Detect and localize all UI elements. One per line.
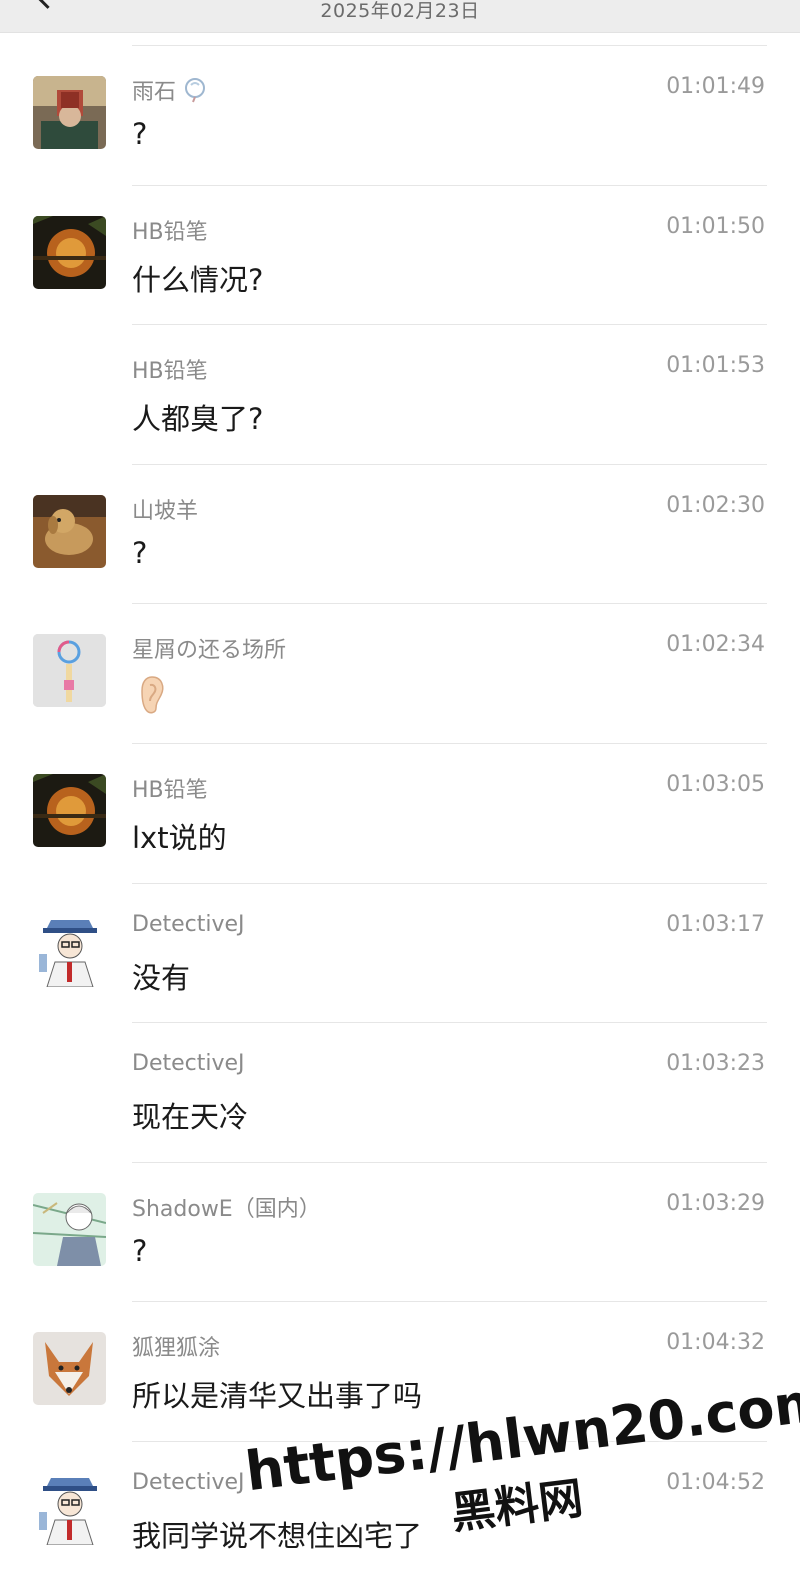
message-time: 01:03:23 [666, 1051, 765, 1077]
divider [132, 1022, 767, 1024]
message-text[interactable]: 什么情况? [132, 257, 263, 299]
sender-name: DetectiveJ [132, 1051, 245, 1077]
sender-name: 雨石 [132, 74, 208, 109]
message-item: 狐狸狐涂 01:04:32 所以是清华又出事了吗 [0, 1301, 800, 1441]
sender-name: HB铅笔 [132, 359, 208, 385]
sender-name: DetectiveJ [132, 1469, 245, 1495]
message-item: HB铅笔 01:01:50 什么情况? [0, 184, 800, 325]
message-item: 雨石 01:01:49 ? [0, 45, 800, 185]
message-item: DetectiveJ 01:03:17 没有 [0, 882, 800, 1023]
message-time: 01:02:34 [666, 632, 765, 658]
avatar[interactable] [33, 76, 106, 149]
message-text[interactable]: ? [132, 1234, 147, 1268]
message-time: 01:03:05 [666, 771, 765, 797]
chat-date: 2025年02月23日 [320, 0, 480, 22]
message-text[interactable]: ? [132, 536, 147, 570]
avatar[interactable] [33, 913, 106, 987]
divider [132, 324, 767, 326]
avatar[interactable] [33, 634, 106, 708]
sender-name: DetectiveJ [132, 911, 245, 937]
message-item: HB铅笔 01:01:53 人都臭了? [0, 324, 800, 464]
message-text[interactable]: lxt说的 [132, 815, 227, 857]
message-item: DetectiveJ 01:03:23 现在天冷 [0, 1022, 800, 1162]
avatar[interactable] [33, 1332, 106, 1406]
divider [132, 882, 767, 884]
message-time: 01:01:49 [666, 74, 765, 99]
message-time: 01:04:32 [666, 1330, 765, 1356]
avatar[interactable] [33, 1471, 106, 1545]
divider [132, 1301, 767, 1303]
message-text[interactable]: 所以是清华又出事了吗 [132, 1373, 422, 1415]
message-list: 雨石 01:01:49 ? HB铅笔 01:01:50 什么情况? HB铅笔 0… [0, 45, 800, 1581]
sender-name: HB铅笔 [132, 219, 208, 245]
sender-name: HB铅笔 [132, 777, 208, 803]
message-text[interactable]: 现在天冷 [132, 1094, 248, 1136]
sender-name: 山坡羊 [132, 498, 199, 524]
message-time: 01:03:29 [666, 1190, 765, 1216]
divider [132, 184, 767, 186]
message-text[interactable]: 没有 [132, 955, 190, 997]
sender-name: 狐狸狐涂 [132, 1336, 221, 1362]
divider [132, 45, 767, 46]
divider [132, 1161, 767, 1163]
message-item: HB铅笔 01:03:05 lxt说的 [0, 742, 800, 883]
divider [132, 742, 767, 744]
divider [132, 603, 767, 605]
message-time: 01:02:30 [666, 492, 765, 518]
top-bar: 2025年02月23日 [0, 0, 800, 33]
sender-name: 星屑の还る场所 [132, 638, 287, 664]
message-item: ShadowE（国内） 01:03:29 ? [0, 1161, 800, 1302]
message-text[interactable]: 我同学说不想住凶宅了 [132, 1513, 422, 1555]
avatar[interactable] [33, 494, 106, 568]
sender-name: ShadowE（国内） [132, 1196, 321, 1222]
message-time: 01:03:17 [666, 911, 765, 937]
message-text[interactable]: 人都臭了? [132, 396, 263, 438]
message-item: 山坡羊 01:02:30 ? [0, 463, 800, 604]
message-item: 星屑の还る场所 01:02:34 [0, 603, 800, 743]
ear-emoji-icon [138, 675, 166, 719]
divider [132, 1440, 767, 1442]
divider [132, 463, 767, 465]
message-time: 01:01:50 [666, 213, 765, 239]
avatar[interactable] [33, 1192, 106, 1266]
message-time: 01:04:52 [666, 1469, 765, 1495]
avatar[interactable] [33, 215, 106, 289]
message-text[interactable]: ? [132, 117, 147, 151]
message-item: DetectiveJ 01:04:52 我同学说不想住凶宅了 [0, 1440, 800, 1581]
bubble-icon [182, 77, 208, 109]
avatar[interactable] [33, 773, 106, 847]
message-time: 01:01:53 [666, 353, 765, 379]
